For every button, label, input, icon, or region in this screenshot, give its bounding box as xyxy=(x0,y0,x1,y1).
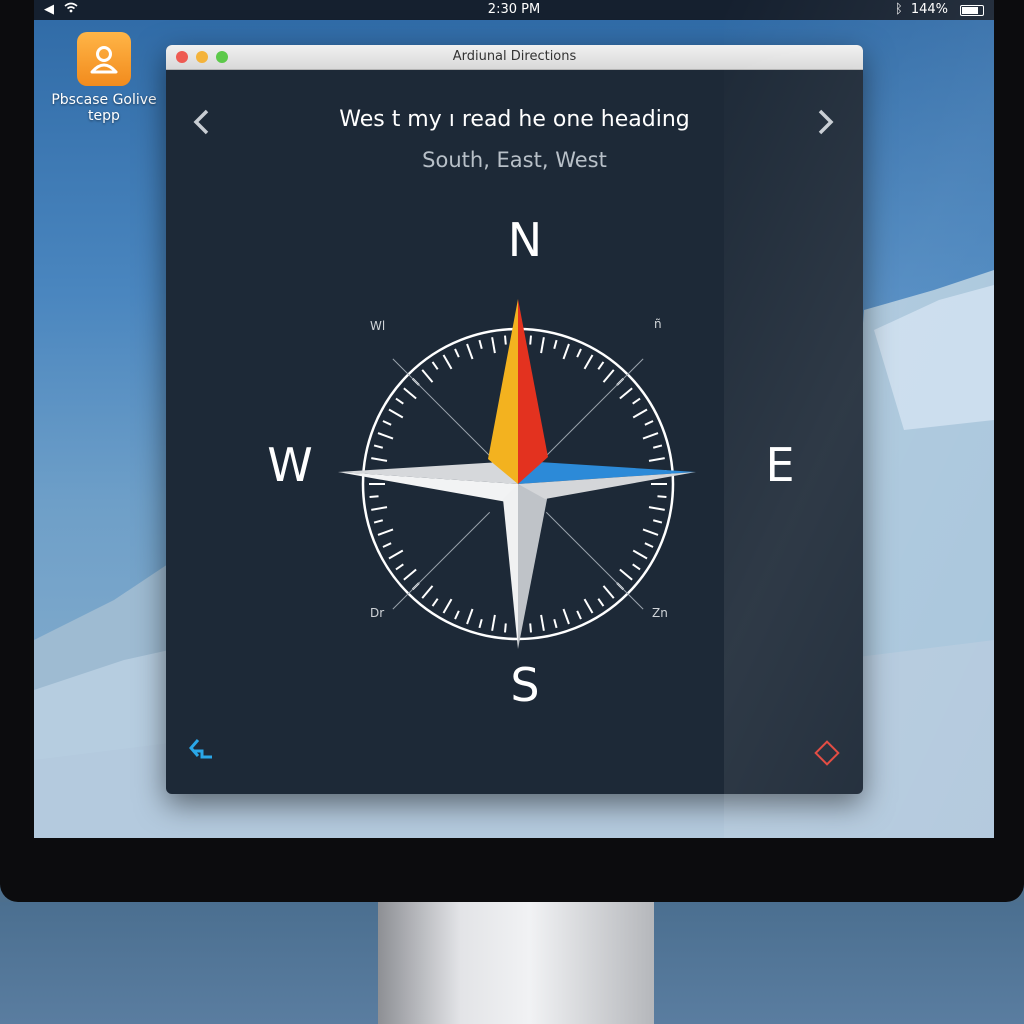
diamond-icon[interactable] xyxy=(814,740,840,766)
menubar-clock[interactable]: 2:30 PM xyxy=(34,0,994,20)
compass-tick xyxy=(395,397,404,405)
person-icon xyxy=(77,32,131,86)
battery-percent: 144% xyxy=(910,2,948,17)
compass-tick xyxy=(562,608,570,625)
minimize-button[interactable] xyxy=(196,51,208,63)
compass-tick xyxy=(583,354,594,370)
compass-tick xyxy=(576,348,582,358)
compass-tick xyxy=(373,444,384,449)
compass-tick xyxy=(388,549,404,560)
battery-icon[interactable] xyxy=(960,4,984,16)
window-titlebar[interactable]: Ardiunal Directions xyxy=(166,45,863,70)
compass-tick xyxy=(504,623,507,633)
compass-tick xyxy=(632,397,641,405)
compass-tick xyxy=(491,337,496,354)
compass-diagonal-line xyxy=(392,511,491,610)
compass-tick xyxy=(657,495,667,498)
compass-tick xyxy=(373,519,384,524)
compass-tick xyxy=(652,519,663,524)
compass-tick xyxy=(403,387,417,400)
compass-tick xyxy=(442,598,453,614)
compass-tick xyxy=(553,339,558,350)
compass-tick xyxy=(403,568,417,581)
compass-tick xyxy=(504,335,507,345)
page-heading: Wes t my ı read he one heading xyxy=(339,107,690,132)
compass-tick xyxy=(454,610,460,620)
compass-tick xyxy=(388,408,404,419)
compass-tick xyxy=(377,528,394,536)
compass-tick xyxy=(632,549,648,560)
compass-tick xyxy=(382,542,392,548)
page-subheading: South, East, West xyxy=(422,148,607,172)
compass-tick xyxy=(619,387,633,400)
close-button[interactable] xyxy=(176,51,188,63)
compass-tick xyxy=(583,598,594,614)
compass-tick xyxy=(454,348,460,358)
compass-tick xyxy=(442,354,453,370)
compass-needle xyxy=(338,299,696,649)
window-title: Ardiunal Directions xyxy=(452,49,577,64)
compass-tick xyxy=(644,420,654,426)
monitor-stand xyxy=(378,902,654,1024)
compass-tick xyxy=(562,343,570,360)
zoom-button[interactable] xyxy=(216,51,228,63)
compass-tick xyxy=(642,528,659,536)
bluetooth-icon[interactable]: ᛒ xyxy=(895,0,903,20)
compass-tick xyxy=(619,568,633,581)
compass-tick xyxy=(529,335,532,345)
desktop-app-icon[interactable]: Pbscase Golive tepp xyxy=(48,32,160,124)
compass-tick xyxy=(395,563,404,571)
compass-tick xyxy=(369,495,379,498)
compass-north-label: N xyxy=(507,213,543,267)
compass-tick xyxy=(540,337,545,354)
compass-tick xyxy=(478,339,483,350)
compass-diagonal-line xyxy=(545,358,644,457)
compass-tick xyxy=(491,614,496,631)
window-content: Wes t my ı read he one heading South, Ea… xyxy=(166,69,863,794)
monitor-bezel: ◀ 2:30 PM ᛒ 144% Pbscase Golive tepp Ard… xyxy=(0,0,1024,902)
compass-tick xyxy=(421,369,434,383)
compass-tick xyxy=(540,614,545,631)
compass-tick xyxy=(553,618,558,629)
compass-tick xyxy=(371,457,388,462)
compass-tick xyxy=(632,563,641,571)
compass-tick xyxy=(597,361,605,370)
compass-diagonal-line xyxy=(545,511,644,610)
compass-diagonal-line xyxy=(392,358,491,457)
compass-tick xyxy=(644,542,654,548)
compass-tick xyxy=(602,585,615,599)
app-window: Ardiunal Directions Wes t my ı read he o… xyxy=(166,45,863,794)
screen: ◀ 2:30 PM ᛒ 144% Pbscase Golive tepp Ard… xyxy=(34,0,994,838)
compass-tick xyxy=(597,598,605,607)
needle-north-yellow xyxy=(488,299,518,484)
compass-tick xyxy=(466,343,474,360)
compass-tick xyxy=(377,432,394,440)
compass-tick xyxy=(431,598,439,607)
compass-tick xyxy=(642,432,659,440)
compass-tick xyxy=(652,444,663,449)
menubar-right: ᛒ 144% xyxy=(895,0,984,20)
compass-west-label: W xyxy=(267,438,313,492)
compass-tick xyxy=(576,610,582,620)
compass-tick xyxy=(466,608,474,625)
compass-tick xyxy=(632,408,648,419)
compass-tick xyxy=(431,361,439,370)
compass-tick xyxy=(382,420,392,426)
compass-tick xyxy=(648,457,665,462)
compass-tick xyxy=(371,506,388,511)
menubar: ◀ 2:30 PM ᛒ 144% xyxy=(34,0,994,20)
compass-tick xyxy=(648,506,665,511)
compass-tick xyxy=(421,585,434,599)
back-icon[interactable] xyxy=(188,737,216,768)
compass-tick xyxy=(478,618,483,629)
needle-north-red xyxy=(518,299,548,484)
compass-tick xyxy=(529,623,532,633)
desktop-app-label: Pbscase Golive tepp xyxy=(51,92,157,124)
compass-tick xyxy=(602,369,615,383)
compass-east-label: E xyxy=(765,438,795,492)
compass-rose xyxy=(338,299,696,649)
